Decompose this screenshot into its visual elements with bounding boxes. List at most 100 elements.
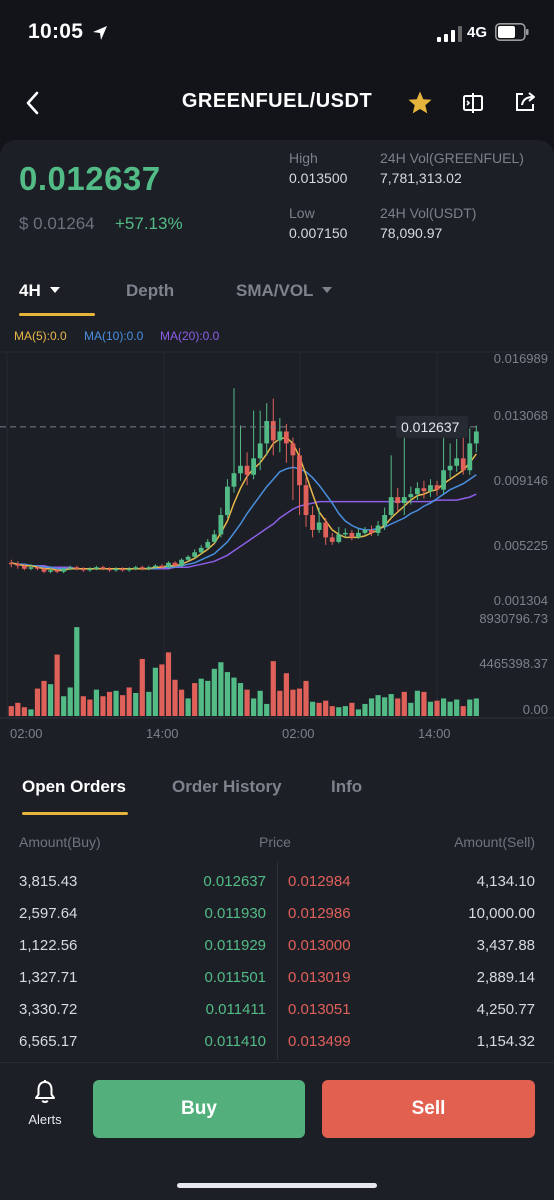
buy-amount: 1,122.56	[19, 937, 78, 954]
candle-body	[401, 497, 407, 504]
volume-bar	[74, 627, 80, 716]
candle-body	[428, 485, 433, 492]
volume-bar	[231, 677, 237, 716]
volume-axis-label: 0.00	[523, 702, 548, 717]
volume-bar	[290, 689, 296, 716]
volume-bar	[152, 667, 158, 716]
location-arrow-icon	[93, 26, 107, 40]
candle-body	[211, 534, 217, 542]
header-amount-buy: Amount(Buy)	[19, 834, 101, 850]
volume-bar	[178, 689, 185, 716]
volume-axis-label: 8930796.73	[479, 611, 548, 626]
back-arrow-icon[interactable]	[20, 88, 44, 118]
volume-bar	[198, 678, 204, 716]
volume-bar	[41, 680, 47, 716]
tab-interval[interactable]: 4H	[19, 281, 41, 301]
buy-amount: 2,597.64	[19, 905, 78, 922]
candle-body	[460, 458, 466, 471]
candle-body	[74, 567, 80, 569]
buy-amount: 6,565.17	[19, 1033, 78, 1050]
volume-bar	[133, 692, 139, 716]
volume-bar	[211, 668, 217, 716]
tab-order-history[interactable]: Order History	[172, 777, 282, 797]
volume-bar	[283, 673, 289, 716]
buy-button[interactable]: Buy	[93, 1080, 305, 1138]
price-axis-label: 0.005225	[494, 538, 548, 553]
sell-price: 0.012984	[288, 873, 351, 890]
candle-body	[205, 541, 211, 548]
volume-bar	[264, 703, 270, 716]
buy-price: 0.011410	[204, 1033, 266, 1050]
volume-bar	[34, 688, 41, 716]
volume-bar	[316, 702, 322, 716]
candle-body	[283, 431, 289, 444]
ma10-legend: MA(10):0.0	[84, 329, 144, 343]
candle-body	[408, 494, 414, 498]
bell-icon[interactable]	[33, 1079, 57, 1105]
buy-amount: 3,815.43	[19, 873, 78, 890]
sell-button[interactable]: Sell	[322, 1080, 535, 1138]
volume-bar	[257, 690, 263, 716]
indicator-caret-icon	[322, 287, 332, 293]
candle-body	[362, 529, 368, 533]
volume-bar	[460, 706, 466, 716]
candle-body	[218, 515, 224, 535]
share-icon[interactable]	[513, 90, 537, 114]
volume-bar	[218, 662, 224, 716]
candle-body	[133, 567, 139, 569]
favorite-star-icon[interactable]	[407, 90, 433, 116]
price-chart[interactable]: 0.012637 0.016989 0.013068 0.009146 0.005225…	[0, 346, 554, 750]
split-view-icon[interactable]	[461, 91, 485, 115]
tab-info[interactable]: Info	[331, 777, 362, 797]
volume-bar	[336, 707, 342, 716]
candle-body	[277, 431, 283, 441]
tab-indicator[interactable]: SMA/VOL	[236, 281, 313, 301]
candle-body	[198, 547, 204, 553]
volume-bar	[395, 698, 401, 716]
signal-icon	[437, 26, 462, 42]
volume-bar	[15, 702, 21, 716]
candle-body	[264, 421, 270, 444]
volume-bar	[447, 701, 453, 716]
tab-depth[interactable]: Depth	[126, 281, 174, 301]
volume-bar	[309, 701, 316, 716]
volume-bar	[139, 658, 145, 716]
volume-bar	[296, 688, 303, 716]
candle-body	[356, 532, 361, 538]
vol-base-value: 7,781,313.02	[380, 170, 462, 186]
volume-bar	[21, 707, 27, 716]
ma5-line	[11, 436, 477, 571]
candle-body	[179, 559, 184, 566]
volume-bar	[113, 690, 119, 716]
pair-title: GREENFUEL/USDT	[181, 90, 373, 112]
volume-bar	[427, 701, 434, 716]
volume-bar	[382, 697, 388, 716]
volume-bar	[237, 683, 244, 716]
volume-bar	[192, 683, 198, 716]
buy-amount: 3,330.72	[19, 1001, 78, 1018]
volume-bar	[126, 687, 132, 716]
sell-amount: 3,437.88	[476, 937, 535, 954]
volume-bar	[277, 690, 283, 716]
alerts-label[interactable]: Alerts	[24, 1112, 66, 1127]
volume-bar	[28, 709, 34, 716]
tab-open-orders[interactable]: Open Orders	[22, 777, 126, 797]
battery-icon	[495, 23, 529, 41]
buy-amount: 1,327.71	[19, 969, 78, 986]
volume-bar	[100, 696, 106, 716]
time-axis-label: 02:00	[282, 726, 315, 741]
candle-body	[454, 458, 460, 466]
candle-body	[113, 568, 119, 571]
network-type: 4G	[467, 24, 488, 41]
candle-body	[120, 568, 126, 571]
volume-bar	[172, 679, 178, 716]
volume-bar	[434, 700, 440, 716]
time-axis-label: 02:00	[10, 726, 43, 741]
volume-bar	[8, 706, 14, 716]
buy-price: 0.011501	[204, 969, 266, 986]
volume-bar	[61, 696, 67, 716]
home-indicator	[177, 1183, 377, 1188]
candle-body	[473, 431, 479, 444]
volume-bar	[47, 684, 54, 716]
price-axis-label: 0.009146	[494, 473, 548, 488]
